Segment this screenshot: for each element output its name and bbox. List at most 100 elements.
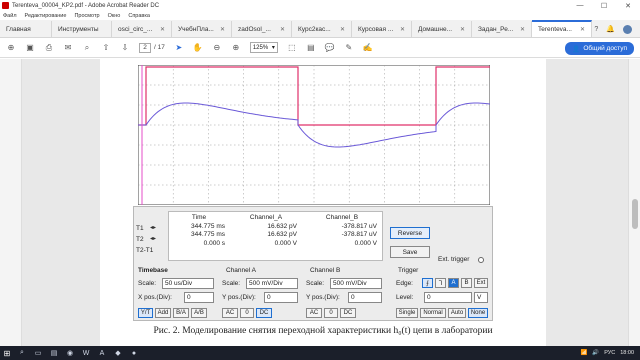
app-icon[interactable]: ◆ — [110, 346, 126, 360]
close-tab-icon[interactable]: ✕ — [400, 26, 405, 33]
mail-icon[interactable]: ✉ — [63, 43, 73, 53]
help-icon[interactable]: ? — [594, 26, 598, 33]
scroll-mode-icon[interactable]: ▤ — [306, 43, 316, 53]
sign-icon[interactable]: ✍ — [363, 43, 373, 53]
ext-trigger-radio[interactable] — [478, 257, 484, 263]
mode-ba-button[interactable]: B/A — [173, 308, 189, 318]
hand-tool-icon[interactable]: ✋ — [193, 43, 203, 53]
right-scrollbar[interactable] — [628, 59, 640, 346]
time-t2: 344.775 ms — [191, 231, 225, 238]
timebase-scale-field[interactable]: 50 us/Div — [162, 278, 214, 289]
menu-edit[interactable]: Редактирование — [25, 13, 67, 19]
pen-icon[interactable]: ✎ — [344, 43, 354, 53]
maximize-button[interactable]: ☐ — [592, 0, 616, 11]
task-view-icon[interactable]: ▭ — [30, 346, 46, 360]
channel-a-dc-button[interactable]: DC — [256, 308, 272, 318]
t1-arrows-icon[interactable]: ◂▸ — [150, 223, 156, 234]
trigger-normal-button[interactable]: Normal — [420, 308, 446, 318]
reverse-button[interactable]: Reverse — [390, 227, 430, 239]
channel-a-scale-label: Scale: — [222, 280, 241, 287]
channel-b-ac-button[interactable]: AC — [306, 308, 322, 318]
t2-arrows-icon[interactable]: ◂▸ — [150, 234, 156, 245]
acrobat-taskbar-icon[interactable]: A — [94, 346, 110, 360]
start-button[interactable]: ⊞ — [0, 346, 14, 360]
tab-tools[interactable]: Инструменты — [52, 21, 112, 37]
menu-file[interactable]: Файл — [3, 13, 17, 19]
mode-add-button[interactable]: Add — [155, 308, 171, 318]
channel-a-ac-button[interactable]: AC — [222, 308, 238, 318]
row-label-t2-t1: T2-T1 — [136, 247, 154, 254]
xpos-field[interactable]: 0 — [184, 292, 214, 303]
app-icon[interactable]: ● — [126, 346, 142, 360]
trigger-none-button[interactable]: None — [468, 308, 488, 318]
tab-doc-5[interactable]: Курсовая ... ✕ — [352, 21, 412, 37]
search-icon[interactable]: ⌕ — [14, 346, 30, 360]
channel-b-scale-field[interactable]: 500 mV/Div — [330, 278, 382, 289]
comment-icon[interactable]: 💬 — [325, 43, 335, 53]
acrobat-icon — [2, 2, 9, 9]
channel-b-ypos-field[interactable]: 0 — [348, 292, 382, 303]
save-button[interactable]: Save — [390, 246, 430, 258]
fit-page-icon[interactable]: ⬚ — [287, 43, 297, 53]
word-icon[interactable]: W — [78, 346, 94, 360]
edge-ext-button[interactable]: Ext — [474, 278, 488, 288]
select-cursor-icon[interactable]: ➤ — [174, 43, 184, 53]
menu-help[interactable]: Справка — [128, 13, 150, 19]
channel-a-zero-button[interactable]: 0 — [240, 308, 254, 318]
search-icon[interactable]: ⌕ — [82, 43, 92, 53]
zoom-out-icon[interactable]: ⊖ — [212, 43, 222, 53]
next-page-icon[interactable]: ⇩ — [120, 43, 130, 53]
bell-icon[interactable]: 🔔 — [606, 25, 615, 33]
share-button[interactable]: 👤 Общий доступ — [565, 42, 634, 55]
clock[interactable]: 18:00 — [620, 350, 634, 356]
print-icon[interactable]: ⎙ — [44, 43, 54, 53]
close-tab-icon[interactable]: ✕ — [280, 26, 285, 33]
tab-doc-7[interactable]: Задан_Ре... ✕ — [472, 21, 532, 37]
tab-doc-2[interactable]: УчебнПла... ✕ — [172, 21, 232, 37]
minimize-button[interactable]: — — [568, 0, 592, 11]
tab-doc-6[interactable]: Домашне... ✕ — [412, 21, 472, 37]
channel-a-ypos-field[interactable]: 0 — [264, 292, 298, 303]
mode-ab-button[interactable]: A/B — [191, 308, 207, 318]
explorer-icon[interactable]: ▤ — [46, 346, 62, 360]
close-tab-icon[interactable]: ✕ — [220, 26, 225, 33]
tab-doc-1[interactable]: osci_circ_... ✕ — [112, 21, 172, 37]
rising-edge-icon[interactable]: ⨍ — [422, 278, 433, 288]
avatar[interactable] — [623, 24, 632, 34]
mode-yt-button[interactable]: Y/T — [138, 308, 153, 318]
channel-a-scale-field[interactable]: 500 mV/Div — [246, 278, 298, 289]
level-field[interactable]: 0 — [424, 292, 472, 303]
channel-b-dc-button[interactable]: DC — [340, 308, 356, 318]
tab-home[interactable]: Главная — [0, 21, 52, 37]
channel-b-zero-button[interactable]: 0 — [324, 308, 338, 318]
left-sidebar[interactable] — [0, 59, 22, 346]
tab-doc-8[interactable]: Terenteva... ✕ — [532, 20, 592, 37]
tab-doc-3[interactable]: zadOsol_... ✕ — [232, 21, 292, 37]
create-icon[interactable]: ⊕ — [6, 43, 16, 53]
menu-window[interactable]: Окно — [108, 13, 121, 19]
scrollbar-thumb[interactable] — [632, 199, 638, 229]
save-icon[interactable]: ▣ — [25, 43, 35, 53]
browser-icon[interactable]: ◉ — [62, 346, 78, 360]
language-indicator[interactable]: РУС — [604, 350, 615, 356]
falling-edge-icon[interactable]: ⅂ — [435, 278, 446, 288]
edge-b-button[interactable]: B — [461, 278, 472, 288]
close-tab-icon[interactable]: ✕ — [520, 26, 525, 33]
edge-a-button[interactable]: A — [448, 278, 459, 288]
channel-a-ypos-label: Y pos.(Div): — [222, 294, 256, 301]
close-button[interactable]: ✕ — [616, 0, 640, 11]
zoom-select[interactable]: 125% ▾ — [249, 42, 278, 53]
trigger-single-button[interactable]: Single — [396, 308, 418, 318]
trigger-auto-button[interactable]: Auto — [448, 308, 466, 318]
close-tab-icon[interactable]: ✕ — [160, 26, 165, 33]
close-tab-icon[interactable]: ✕ — [460, 26, 465, 33]
zoom-in-icon[interactable]: ⊕ — [231, 43, 241, 53]
close-tab-icon[interactable]: ✕ — [580, 26, 585, 33]
close-tab-icon[interactable]: ✕ — [340, 26, 345, 33]
prev-page-icon[interactable]: ⇧ — [101, 43, 111, 53]
tab-doc-4[interactable]: Курс2кас... ✕ — [292, 21, 352, 37]
page-number-input[interactable]: 2 — [139, 42, 151, 53]
volume-icon[interactable]: 🔊 — [592, 350, 599, 356]
menu-view[interactable]: Просмотр — [74, 13, 99, 19]
network-icon[interactable]: 📶 — [581, 350, 588, 356]
